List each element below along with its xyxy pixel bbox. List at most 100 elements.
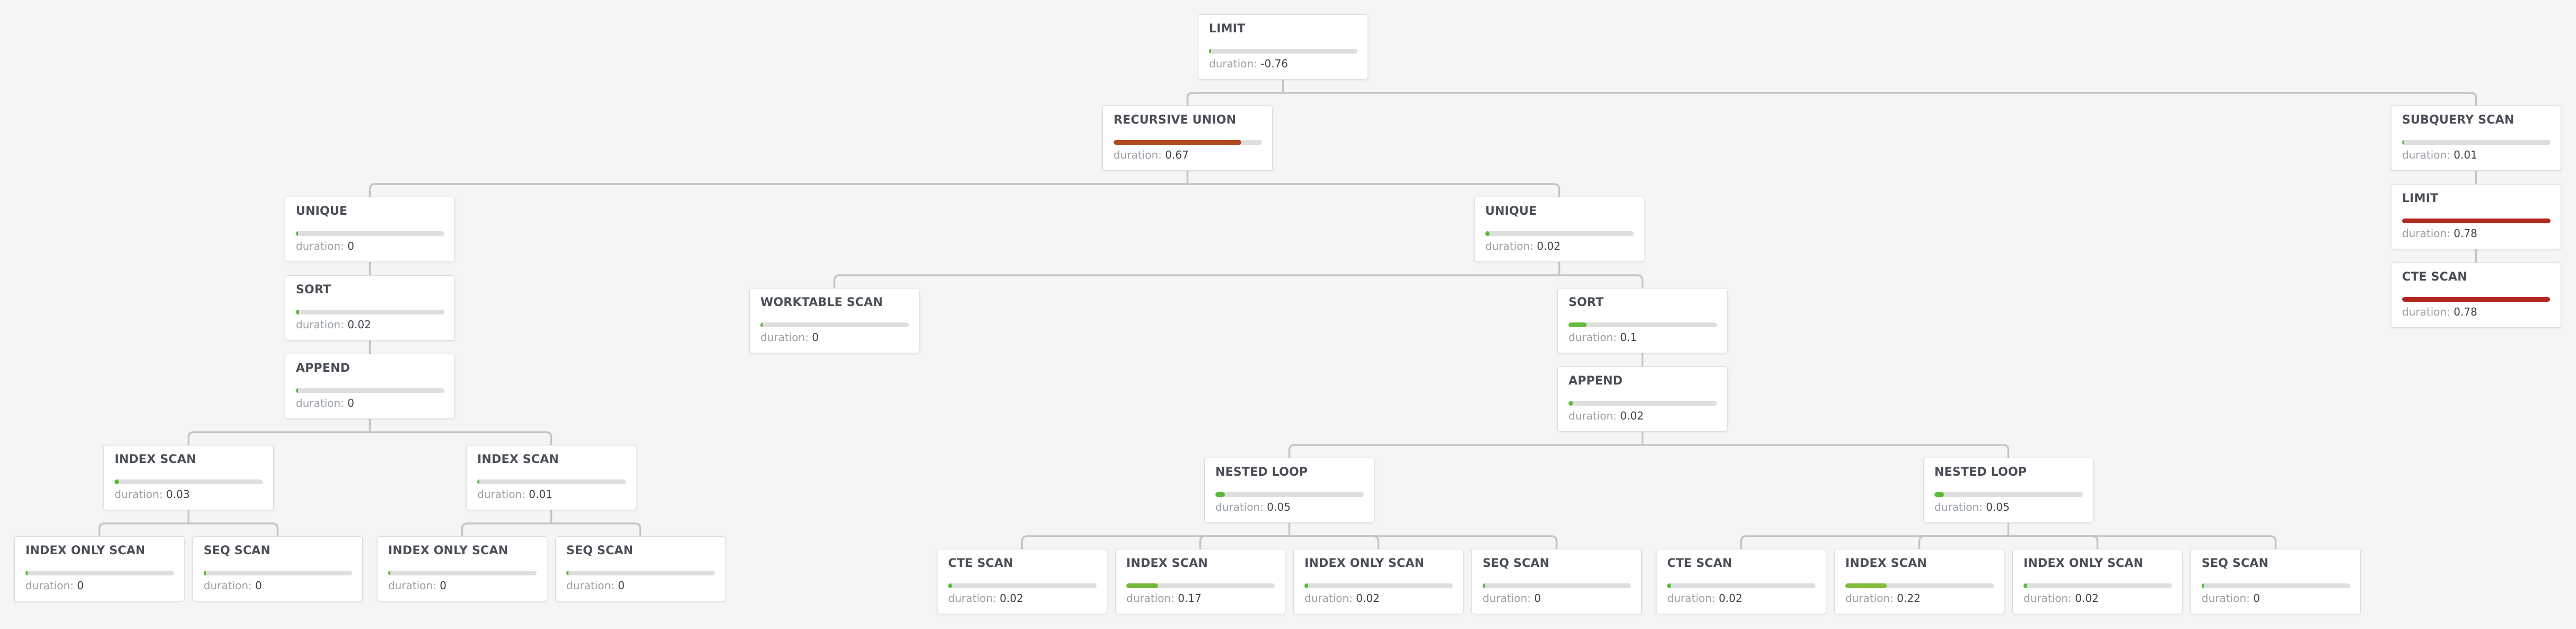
plan-node-index-scan-c[interactable]: INDEX SCAN duration: 0.17 (1115, 549, 1285, 614)
duration-label: duration: (296, 240, 344, 252)
plan-node-unique-left[interactable]: UNIQUE duration: 0 (285, 197, 455, 262)
plan-node-limit-root[interactable]: LIMIT duration: -0.76 (1198, 14, 1368, 80)
plan-node-nested-loop-b[interactable]: NESTED LOOP duration: 0.05 (1923, 458, 2093, 523)
duration-bar-track (1114, 140, 1262, 145)
duration-value: 0 (618, 579, 625, 592)
duration-bar-fill (296, 231, 298, 236)
plan-node-append-right[interactable]: APPEND duration: 0.02 (1557, 366, 1728, 432)
plan-node-nested-loop-a[interactable]: NESTED LOOP duration: 0.05 (1204, 458, 1374, 523)
node-duration: duration: 0.67 (1114, 148, 1189, 161)
connector-edge (1187, 183, 1561, 197)
plan-node-unique-right[interactable]: UNIQUE duration: 0.02 (1474, 197, 1644, 262)
duration-value: 0.02 (1719, 592, 1742, 605)
duration-bar-fill (2402, 219, 2551, 223)
duration-value: 0.67 (1165, 148, 1189, 161)
duration-label: duration: (296, 318, 344, 331)
node-title: UNIQUE (1485, 205, 1537, 218)
connector-edge (1289, 535, 1558, 549)
duration-bar-fill (477, 479, 479, 484)
node-duration: duration: 0.02 (2023, 592, 2099, 605)
plan-node-index-only-scan-d[interactable]: INDEX ONLY SCAN duration: 0.02 (2012, 549, 2183, 614)
duration-value: 0.78 (2454, 227, 2477, 240)
duration-bar-track (115, 479, 263, 484)
node-duration: duration: -0.76 (1209, 57, 1288, 70)
duration-label: duration: (1667, 592, 1715, 605)
duration-label: duration: (2023, 592, 2072, 605)
plan-node-sort-right[interactable]: SORT duration: 0.1 (1557, 288, 1728, 353)
node-title: RECURSIVE UNION (1114, 113, 1237, 127)
plan-node-recursive-union[interactable]: RECURSIVE UNION duration: 0.67 (1102, 106, 1273, 171)
plan-node-sort-left[interactable]: SORT duration: 0.02 (285, 275, 455, 340)
duration-bar-track (566, 571, 715, 575)
duration-bar-track (296, 231, 444, 236)
duration-value: 0.01 (529, 488, 553, 501)
duration-value: 0.02 (2075, 592, 2099, 605)
duration-label: duration: (204, 579, 252, 592)
plan-node-seq-scan-a[interactable]: SEQ SCAN duration: 0 (192, 536, 363, 601)
plan-node-index-only-scan-a[interactable]: INDEX ONLY SCAN duration: 0 (14, 536, 185, 601)
connector-edge (1918, 535, 2009, 549)
duration-value: -0.76 (1260, 57, 1289, 70)
connector-edge (2008, 535, 2277, 549)
duration-bar-track (296, 388, 444, 393)
duration-value: 0.02 (1000, 592, 1023, 605)
node-duration: duration: 0 (1483, 592, 1541, 605)
node-duration: duration: 0.17 (1126, 592, 1202, 605)
duration-label: duration: (2402, 227, 2450, 240)
connector-edge (1186, 92, 1283, 106)
node-title: SORT (1569, 296, 1604, 309)
duration-bar-fill (1126, 583, 1158, 588)
duration-bar-track (1667, 583, 1816, 588)
node-title: SUBQUERY SCAN (2402, 113, 2514, 127)
plan-node-append-left[interactable]: APPEND duration: 0 (285, 354, 455, 419)
node-title: INDEX ONLY SCAN (1304, 557, 1425, 570)
plan-node-subquery-scan[interactable]: SUBQUERY SCAN duration: 0.01 (2391, 106, 2561, 171)
duration-bar-fill (1485, 231, 1489, 236)
plan-node-cte-scan-a[interactable]: CTE SCAN duration: 0.02 (937, 549, 1107, 614)
node-duration: duration: 0.03 (115, 488, 190, 501)
plan-node-cte-scan-b[interactable]: CTE SCAN duration: 0.02 (1656, 549, 1826, 614)
duration-bar-track (477, 479, 626, 484)
node-title: NESTED LOOP (1934, 466, 2027, 479)
duration-bar-track (1209, 49, 1357, 54)
duration-bar-track (296, 310, 444, 314)
node-title: INDEX SCAN (477, 453, 559, 466)
duration-value: 0.02 (1537, 240, 1561, 252)
duration-bar-track (2402, 140, 2551, 145)
plan-node-worktable-scan[interactable]: WORKTABLE SCAN duration: 0 (749, 288, 919, 353)
node-duration: duration: 0.02 (1569, 409, 1644, 422)
duration-bar-fill (2402, 297, 2550, 302)
connector-edge (833, 274, 1559, 288)
plan-node-index-scan-d[interactable]: INDEX SCAN duration: 0.22 (1834, 549, 2004, 614)
duration-bar-track (948, 583, 1097, 588)
node-duration: duration: 0.05 (1934, 501, 2010, 513)
node-title: SEQ SCAN (566, 544, 634, 557)
duration-bar-track (1483, 583, 1631, 588)
duration-bar-track (1569, 401, 1717, 406)
duration-label: duration: (2202, 592, 2250, 605)
node-title: SORT (296, 283, 331, 296)
plan-node-index-scan-a[interactable]: INDEX SCAN duration: 0.03 (103, 445, 274, 510)
duration-bar-fill (1215, 492, 1225, 497)
connector-edge (461, 522, 551, 536)
plan-node-seq-scan-b[interactable]: SEQ SCAN duration: 0 (555, 536, 725, 601)
plan-node-index-only-scan-b[interactable]: INDEX ONLY SCAN duration: 0 (377, 536, 547, 601)
node-duration: duration: 0 (2202, 592, 2260, 605)
node-title: SEQ SCAN (2202, 557, 2269, 570)
plan-node-cte-scan-sub[interactable]: CTE SCAN duration: 0.78 (2391, 263, 2561, 328)
duration-bar-fill (1569, 322, 1587, 327)
plan-node-seq-scan-d[interactable]: SEQ SCAN duration: 0 (2191, 549, 2361, 614)
duration-bar-fill (760, 322, 763, 327)
duration-bar-fill (2402, 140, 2404, 145)
duration-label: duration: (1845, 592, 1894, 605)
node-title: SEQ SCAN (1483, 557, 1550, 570)
plan-node-index-only-scan-c[interactable]: INDEX ONLY SCAN duration: 0.02 (1293, 549, 1464, 614)
node-duration: duration: 0.02 (1485, 240, 1561, 252)
plan-node-index-scan-b[interactable]: INDEX SCAN duration: 0.01 (466, 445, 636, 510)
duration-bar-track (204, 571, 352, 575)
duration-label: duration: (1114, 148, 1162, 161)
plan-node-seq-scan-c[interactable]: SEQ SCAN duration: 0 (1471, 549, 1642, 614)
plan-node-limit-sub[interactable]: LIMIT duration: 0.78 (2391, 184, 2561, 249)
connector-edge (369, 183, 1188, 197)
duration-label: duration: (2402, 305, 2450, 318)
